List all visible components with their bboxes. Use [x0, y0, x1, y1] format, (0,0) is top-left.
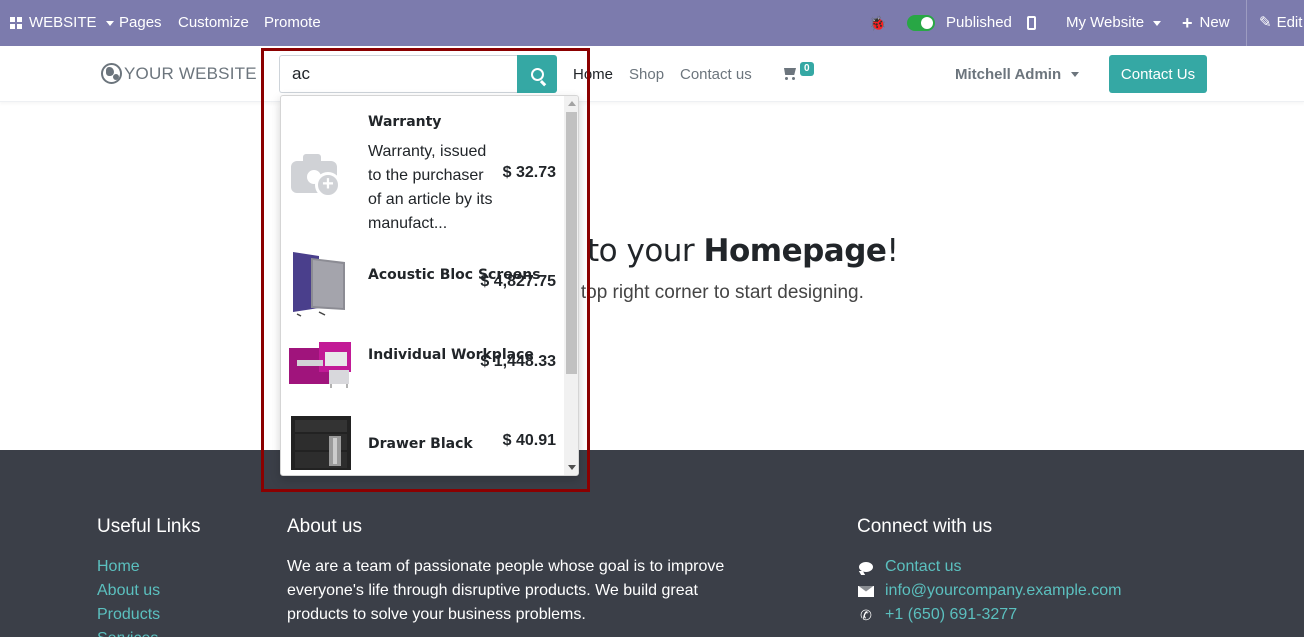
- footer-useful-links: Home About us Products Services: [97, 555, 160, 637]
- search-button[interactable]: [517, 55, 557, 93]
- result-price: $ 40.91: [502, 432, 556, 449]
- hero-title-prefix: to your: [587, 233, 704, 269]
- acoustic-screen-image: [289, 250, 349, 323]
- search-autocomplete-dropdown: + Warranty Warranty, issued to the purch…: [280, 95, 579, 476]
- menu-customize-label: Customize: [178, 14, 249, 31]
- divider: [1246, 0, 1247, 46]
- footer-link-products[interactable]: Products: [97, 603, 160, 627]
- logo-text: YOUR WEBSITE: [124, 63, 257, 83]
- cart-link[interactable]: 0: [782, 62, 814, 80]
- hero-title-suffix: !: [886, 233, 899, 269]
- camera-placeholder-icon: +: [289, 151, 345, 198]
- connect-email-row: info@yourcompany.example.com: [857, 579, 1122, 603]
- website-selector-label: My Website: [1066, 14, 1145, 31]
- result-name: Warranty: [368, 114, 442, 130]
- edit-label: Edit: [1276, 14, 1303, 31]
- plus-icon: +: [1182, 13, 1193, 33]
- connect-email-link[interactable]: info@yourcompany.example.com: [885, 579, 1122, 603]
- connect-contact-link[interactable]: Contact us: [885, 555, 961, 579]
- nav-link-home[interactable]: Home: [573, 66, 613, 83]
- mobile-icon: [1027, 16, 1036, 30]
- cart-count-badge: 0: [800, 62, 814, 76]
- footer-connect: Contact us info@yourcompany.example.com …: [857, 555, 1122, 627]
- new-button[interactable]: + New: [1182, 0, 1230, 46]
- connect-phone-row: ✆ +1 (650) 691-3277: [857, 603, 1122, 627]
- new-label: New: [1199, 14, 1230, 31]
- phone-icon: ✆: [860, 607, 872, 623]
- user-menu[interactable]: Mitchell Admin: [955, 66, 1080, 83]
- footer-connect-title: Connect with us: [857, 516, 993, 537]
- menu-promote[interactable]: Promote: [264, 0, 321, 46]
- envelope-icon: [857, 585, 875, 597]
- globe-icon: [101, 63, 122, 84]
- toggle-switch-icon: [907, 15, 935, 31]
- admin-bar: WEBSITE Pages Customize Promote 🐞 Publis…: [0, 0, 1304, 46]
- menu-customize[interactable]: Customize: [178, 0, 249, 46]
- hero-title: to your Homepage!: [587, 233, 899, 269]
- footer-about-text: We are a team of passionate people whose…: [287, 558, 725, 623]
- nav-link-contact[interactable]: Contact us: [680, 66, 752, 83]
- search-result-item[interactable]: Acoustic Bloc Screens $ 4,827.75: [281, 246, 564, 326]
- scroll-up-arrow-icon[interactable]: [568, 101, 576, 106]
- result-price: $ 4,827.75: [480, 273, 556, 290]
- website-navbar: YOUR WEBSITE Home Shop Contact us 0 Mitc…: [0, 46, 1304, 102]
- footer-link-services[interactable]: Services: [97, 627, 160, 637]
- caret-down-icon: [105, 20, 114, 26]
- website-app-menu[interactable]: WEBSITE: [10, 0, 114, 46]
- result-description: Warranty, issued to the purchaser of an …: [368, 143, 493, 232]
- site-logo[interactable]: YOUR WEBSITE: [101, 63, 257, 84]
- nav-link-shop[interactable]: Shop: [629, 66, 664, 83]
- website-selector[interactable]: My Website: [1066, 0, 1162, 46]
- result-price: $ 32.73: [502, 164, 556, 181]
- result-price: $ 1,448.33: [480, 353, 556, 370]
- footer-link-home[interactable]: Home: [97, 555, 160, 579]
- search-icon: [530, 67, 544, 81]
- caret-down-icon: [1071, 72, 1080, 77]
- published-label: Published: [946, 14, 1012, 31]
- user-name: Mitchell Admin: [955, 66, 1062, 83]
- apps-grid-icon: [10, 17, 22, 29]
- search-result-item[interactable]: + Warranty Warranty, issued to the purch…: [281, 96, 564, 244]
- shopping-cart-icon: [782, 68, 797, 80]
- search-input[interactable]: [279, 55, 517, 93]
- search-result-item[interactable]: Individual Workplace $ 1,448.33: [281, 326, 564, 406]
- menu-pages-label: Pages: [119, 14, 162, 31]
- app-label: WEBSITE: [29, 14, 97, 31]
- edit-button[interactable]: ✎ Edit: [1259, 0, 1302, 46]
- connect-contact-row: Contact us: [857, 555, 1122, 579]
- footer-link-about[interactable]: About us: [97, 579, 160, 603]
- menu-pages[interactable]: Pages: [119, 0, 162, 46]
- pencil-icon: ✎: [1259, 14, 1272, 31]
- mobile-preview-button[interactable]: [1027, 0, 1036, 46]
- publish-toggle[interactable]: Published: [907, 0, 1012, 46]
- workplace-image: [289, 340, 353, 395]
- comment-icon: [857, 562, 875, 572]
- drawer-image: [289, 414, 353, 475]
- caret-down-icon: [1153, 20, 1162, 26]
- menu-promote-label: Promote: [264, 14, 321, 31]
- hero-subtitle: e top right corner to start designing.: [565, 282, 864, 303]
- contact-us-button[interactable]: Contact Us: [1109, 55, 1207, 93]
- footer-about-title: About us: [287, 516, 362, 537]
- footer-useful-links-title: Useful Links: [97, 516, 201, 537]
- debug-bug-icon[interactable]: 🐞: [869, 0, 886, 46]
- dropdown-scrollbar[interactable]: [564, 96, 578, 475]
- scrollbar-thumb[interactable]: [566, 112, 577, 374]
- scroll-down-arrow-icon[interactable]: [568, 465, 576, 470]
- connect-phone-link[interactable]: +1 (650) 691-3277: [885, 603, 1017, 627]
- hero-title-bold: Homepage: [703, 233, 887, 269]
- search-result-item[interactable]: Drawer Black $ 40.91: [281, 406, 564, 475]
- result-name: Drawer Black: [368, 436, 473, 452]
